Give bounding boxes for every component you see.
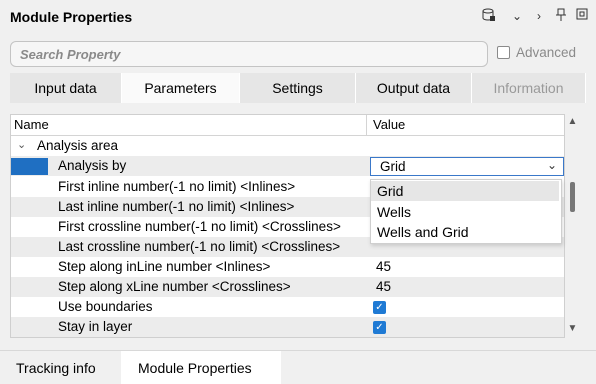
- property-row-stay-in-layer[interactable]: Stay in layer ✓: [11, 317, 564, 337]
- analysis-by-dropdown: Grid Wells Wells and Grid: [370, 179, 562, 244]
- tab-bar: Input data Parameters Settings Output da…: [10, 73, 586, 103]
- tab-parameters[interactable]: Parameters: [122, 73, 240, 103]
- column-divider[interactable]: [366, 115, 367, 135]
- property-row-step-inline[interactable]: Step along inLine number <Inlines> 45: [11, 257, 564, 277]
- property-row-analysis-by[interactable]: Analysis by Grid ⌄: [11, 156, 564, 176]
- row-selection-marker: [11, 158, 48, 175]
- advanced-checkbox[interactable]: [497, 46, 510, 59]
- tab-module-properties[interactable]: Module Properties: [121, 351, 281, 384]
- property-name: Use boundaries: [58, 299, 153, 314]
- group-row-analysis-area[interactable]: ⌄ Analysis area: [11, 136, 564, 156]
- pin-icon[interactable]: [553, 8, 569, 24]
- property-name: First inline number(-1 no limit) <Inline…: [58, 179, 296, 194]
- select-value: Grid: [380, 159, 406, 174]
- chevron-down-icon[interactable]: ⌄: [547, 158, 557, 172]
- vertical-scrollbar[interactable]: ▲ ▼: [565, 114, 580, 338]
- property-name: Analysis by: [58, 158, 127, 173]
- property-name: Last inline number(-1 no limit) <Inlines…: [58, 199, 295, 214]
- property-name: First crossline number(-1 no limit) <Cro…: [58, 219, 341, 234]
- tab-input-data[interactable]: Input data: [10, 73, 122, 103]
- chevron-right-icon[interactable]: ›: [531, 8, 547, 24]
- restore-icon[interactable]: [574, 8, 590, 24]
- column-header-name[interactable]: Name: [14, 115, 49, 135]
- panel-title: Module Properties: [10, 9, 133, 25]
- dropdown-option-wells[interactable]: Wells: [371, 202, 559, 222]
- group-label: Analysis area: [37, 138, 119, 153]
- tab-tracking-info[interactable]: Tracking info: [0, 351, 121, 384]
- column-header-value[interactable]: Value: [373, 115, 405, 135]
- stay-in-layer-checkbox[interactable]: ✓: [373, 321, 386, 334]
- scroll-down-icon[interactable]: ▼: [567, 323, 578, 334]
- chevron-down-icon[interactable]: ⌄: [17, 138, 26, 151]
- chevron-down-icon[interactable]: ⌄: [509, 8, 525, 24]
- bottom-tab-bar: Tracking info Module Properties: [0, 350, 596, 384]
- property-name: Stay in layer: [58, 319, 133, 334]
- property-name: Last crossline number(-1 no limit) <Cros…: [58, 239, 341, 254]
- dropdown-option-wells-and-grid[interactable]: Wells and Grid: [371, 222, 559, 242]
- tab-settings[interactable]: Settings: [240, 73, 356, 103]
- advanced-label: Advanced: [516, 45, 577, 60]
- scroll-up-icon[interactable]: ▲: [567, 116, 578, 127]
- property-row-use-boundaries[interactable]: Use boundaries ✓: [11, 297, 564, 317]
- property-value[interactable]: 45: [376, 257, 391, 277]
- tab-output-data[interactable]: Output data: [356, 73, 472, 103]
- dropdown-option-grid[interactable]: Grid: [371, 181, 559, 201]
- analysis-by-select[interactable]: Grid ⌄: [370, 157, 564, 176]
- use-boundaries-checkbox[interactable]: ✓: [373, 301, 386, 314]
- scrollbar-thumb[interactable]: [570, 182, 575, 212]
- property-name: Step along inLine number <Inlines>: [58, 259, 271, 274]
- database-icon[interactable]: [481, 8, 497, 24]
- property-value[interactable]: 45: [376, 277, 391, 297]
- property-name: Step along xLine number <Crosslines>: [58, 279, 291, 294]
- search-input[interactable]: Search Property: [10, 41, 488, 67]
- property-row-step-xline[interactable]: Step along xLine number <Crosslines> 45: [11, 277, 564, 297]
- tab-information: Information: [472, 73, 586, 103]
- search-placeholder: Search Property: [20, 47, 121, 62]
